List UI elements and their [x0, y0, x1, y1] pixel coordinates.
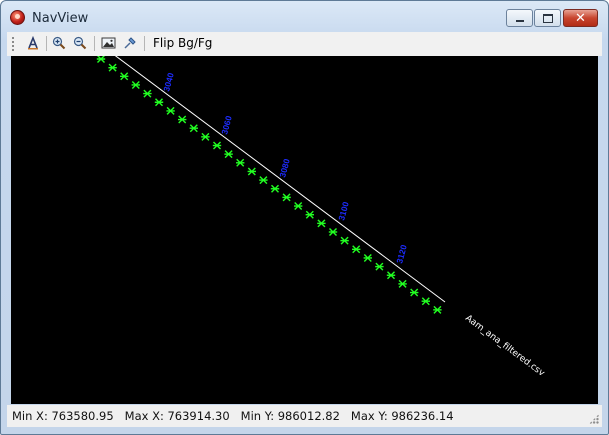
minimize-icon: [515, 20, 524, 22]
fix-marker: [131, 80, 140, 89]
track-fixes: [96, 56, 442, 314]
nav-track-plot[interactable]: 3040 3060 3080 3100 3120 Aam_ana_filtere…: [11, 56, 598, 404]
track-end-label: Aam_ana_filtered.csv: [463, 313, 546, 379]
fix-marker: [410, 288, 419, 297]
fix-label: 3120: [394, 243, 409, 264]
pin-button[interactable]: [122, 35, 138, 51]
maximize-icon: [542, 13, 553, 23]
toolbar-grip[interactable]: [12, 37, 14, 51]
window-title: NavView: [32, 11, 89, 26]
fix-marker: [120, 72, 129, 81]
fix-marker: [317, 219, 326, 228]
fix-marker: [294, 202, 303, 211]
zoom-in-button[interactable]: [51, 35, 67, 51]
image-button[interactable]: [100, 35, 116, 51]
fix-marker: [386, 271, 396, 280]
min-x-value: Min X: 763580.95: [12, 409, 114, 423]
status-bar: Min X: 763580.95 Max X: 763914.30 Min Y:…: [7, 405, 602, 427]
flip-bg-fg-button[interactable]: Flip Bg/Fg: [153, 35, 212, 51]
max-y-value: Max Y: 986236.14: [350, 409, 454, 423]
fix-label: 3080: [277, 157, 292, 178]
zoom-out-button[interactable]: [72, 35, 88, 51]
image-icon: [101, 37, 115, 49]
nav-canvas[interactable]: 3040 3060 3080 3100 3120 Aam_ana_filtere…: [11, 56, 598, 404]
fix-marker: [398, 279, 407, 288]
close-icon: ✕: [575, 10, 586, 26]
fix-marker: [178, 115, 187, 124]
toolbar-separator: [144, 36, 145, 51]
fix-marker: [433, 305, 442, 314]
track-line: [114, 56, 446, 303]
title-bar[interactable]: NavView ✕: [1, 1, 608, 31]
min-y-value: Min Y: 986012.82: [240, 409, 340, 423]
fix-label: 3040: [161, 71, 176, 92]
toolbar: Flip Bg/Fg: [7, 32, 602, 56]
fix-marker: [166, 106, 175, 115]
fix-marker: [189, 124, 198, 133]
fix-marker: [340, 236, 349, 245]
fix-marker: [259, 176, 268, 185]
fix-marker: [328, 228, 338, 236]
fix-marker: [305, 210, 314, 219]
fix-marker: [375, 262, 384, 271]
fix-marker: [352, 245, 361, 254]
toolbar-separator: [94, 36, 95, 51]
fix-marker: [282, 193, 291, 202]
maximize-button[interactable]: [534, 9, 561, 27]
fix-label: 3060: [219, 114, 234, 135]
pin-icon: [124, 37, 136, 49]
fix-marker: [247, 167, 256, 176]
resize-grip[interactable]: [589, 414, 599, 424]
fix-marker: [201, 132, 210, 141]
fix-marker: [363, 253, 372, 262]
fix-marker: [154, 98, 164, 107]
minimize-button[interactable]: [506, 9, 533, 27]
zoom-in-icon: [52, 36, 66, 50]
close-button[interactable]: ✕: [563, 9, 598, 27]
fix-marker: [143, 89, 152, 98]
text-style-button[interactable]: [25, 35, 41, 51]
navview-window: NavView ✕ Flip Bg/Fg 3040 3060 3080 3100…: [0, 0, 609, 435]
extent-readout: Min X: 763580.95 Max X: 763914.30 Min Y:…: [12, 409, 454, 423]
fix-marker: [96, 56, 106, 63]
fix-marker: [108, 63, 117, 72]
fix-marker: [212, 141, 222, 150]
fix-marker: [224, 150, 233, 159]
fix-marker: [270, 184, 280, 193]
fix-marker: [421, 297, 430, 306]
app-logo-icon: [10, 10, 25, 25]
max-x-value: Max X: 763914.30: [124, 409, 230, 423]
zoom-out-icon: [73, 36, 87, 50]
fix-marker: [236, 158, 245, 167]
fix-label: 3100: [336, 200, 351, 221]
toolbar-separator: [46, 36, 47, 51]
text-style-icon: [28, 36, 38, 50]
